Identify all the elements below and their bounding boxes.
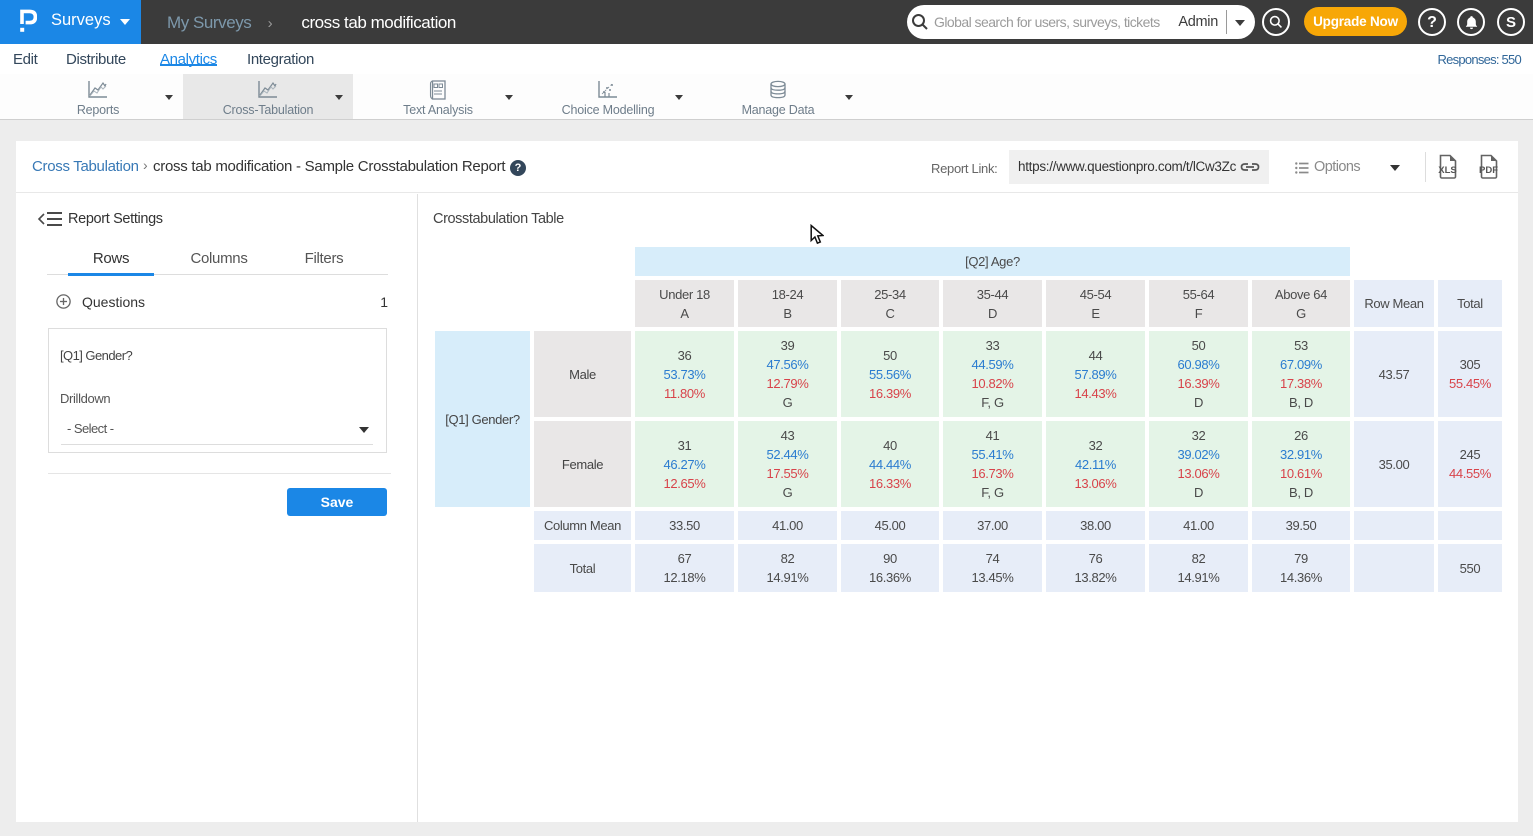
svg-text:XLS: XLS <box>1438 165 1456 176</box>
svg-text:PDF: PDF <box>1479 165 1498 176</box>
